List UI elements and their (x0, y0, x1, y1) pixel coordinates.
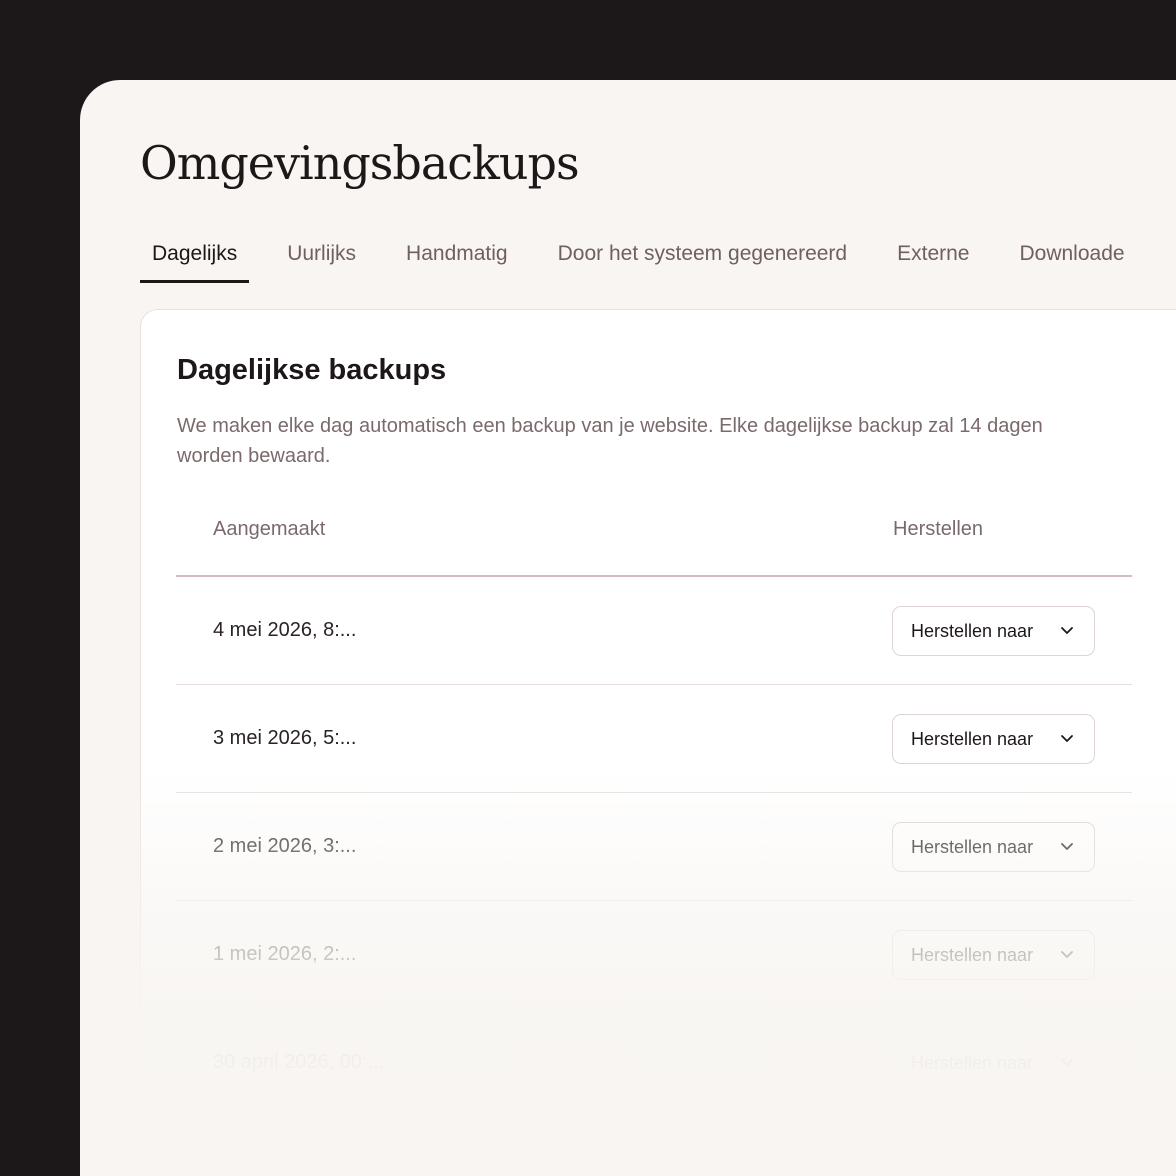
restore-button-label: Herstellen naar (911, 1052, 1034, 1073)
restore-button-label: Herstellen naar (911, 836, 1034, 857)
table-row: 30 april 2026, 00:... Herstellen naar (176, 1009, 1132, 1117)
backup-date: 1 mei 2026, 2:... (213, 943, 357, 965)
tab-hourly[interactable]: Uurlijks (275, 242, 368, 283)
table-row: 4 mei 2026, 8:... Herstellen naar (176, 577, 1132, 685)
backup-date: 3 mei 2026, 5:... (213, 727, 357, 749)
chevron-down-icon (1061, 843, 1073, 850)
tab-manual[interactable]: Handmatig (394, 242, 520, 283)
tab-bar: Dagelijks Uurlijks Handmatig Door het sy… (140, 242, 1163, 283)
table-row: 3 mei 2026, 5:... Herstellen naar (176, 685, 1132, 793)
tab-downloads[interactable]: Downloade (1007, 242, 1136, 283)
table-row: 1 mei 2026, 2:... Herstellen naar (176, 901, 1132, 1009)
table-header: Aangemaakt Herstellen (176, 498, 1132, 577)
backup-date: 4 mei 2026, 8:... (213, 619, 357, 641)
backups-table: Aangemaakt Herstellen 4 mei 2026, 8:... … (176, 498, 1132, 1117)
card-description: We maken elke dag automatisch een backup… (177, 415, 1043, 467)
chevron-down-icon (1061, 1059, 1073, 1066)
restore-to-button[interactable]: Herstellen naar (892, 930, 1095, 980)
tab-system-generated[interactable]: Door het systeem gegenereerd (546, 242, 860, 283)
backup-date: 2 mei 2026, 3:... (213, 835, 357, 857)
table-row: 2 mei 2026, 3:... Herstellen naar (176, 793, 1132, 901)
tab-external[interactable]: Externe (885, 242, 981, 283)
chevron-down-icon (1061, 735, 1073, 742)
card-title: Dagelijkse backups (177, 354, 447, 386)
restore-to-button[interactable]: Herstellen naar (892, 822, 1095, 872)
chevron-down-icon (1061, 951, 1073, 958)
restore-button-label: Herstellen naar (911, 620, 1034, 641)
chevron-down-icon (1061, 627, 1073, 634)
main-panel: Omgevingsbackups Dagelijks Uurlijks Hand… (80, 80, 1176, 1176)
column-header-restore: Herstellen (893, 518, 984, 540)
restore-button-label: Herstellen naar (911, 728, 1034, 749)
tab-daily[interactable]: Dagelijks (140, 242, 250, 283)
restore-to-button[interactable]: Herstellen naar (892, 714, 1095, 764)
restore-to-button[interactable]: Herstellen naar (892, 606, 1095, 656)
backups-card: Dagelijkse backups We maken elke dag aut… (140, 309, 1176, 1176)
page-title: Omgevingsbackups (140, 136, 580, 190)
restore-button-label: Herstellen naar (911, 944, 1034, 965)
column-header-created: Aangemaakt (213, 518, 326, 540)
restore-to-button[interactable]: Herstellen naar (892, 1038, 1095, 1088)
backup-date: 30 april 2026, 00:... (213, 1051, 385, 1073)
